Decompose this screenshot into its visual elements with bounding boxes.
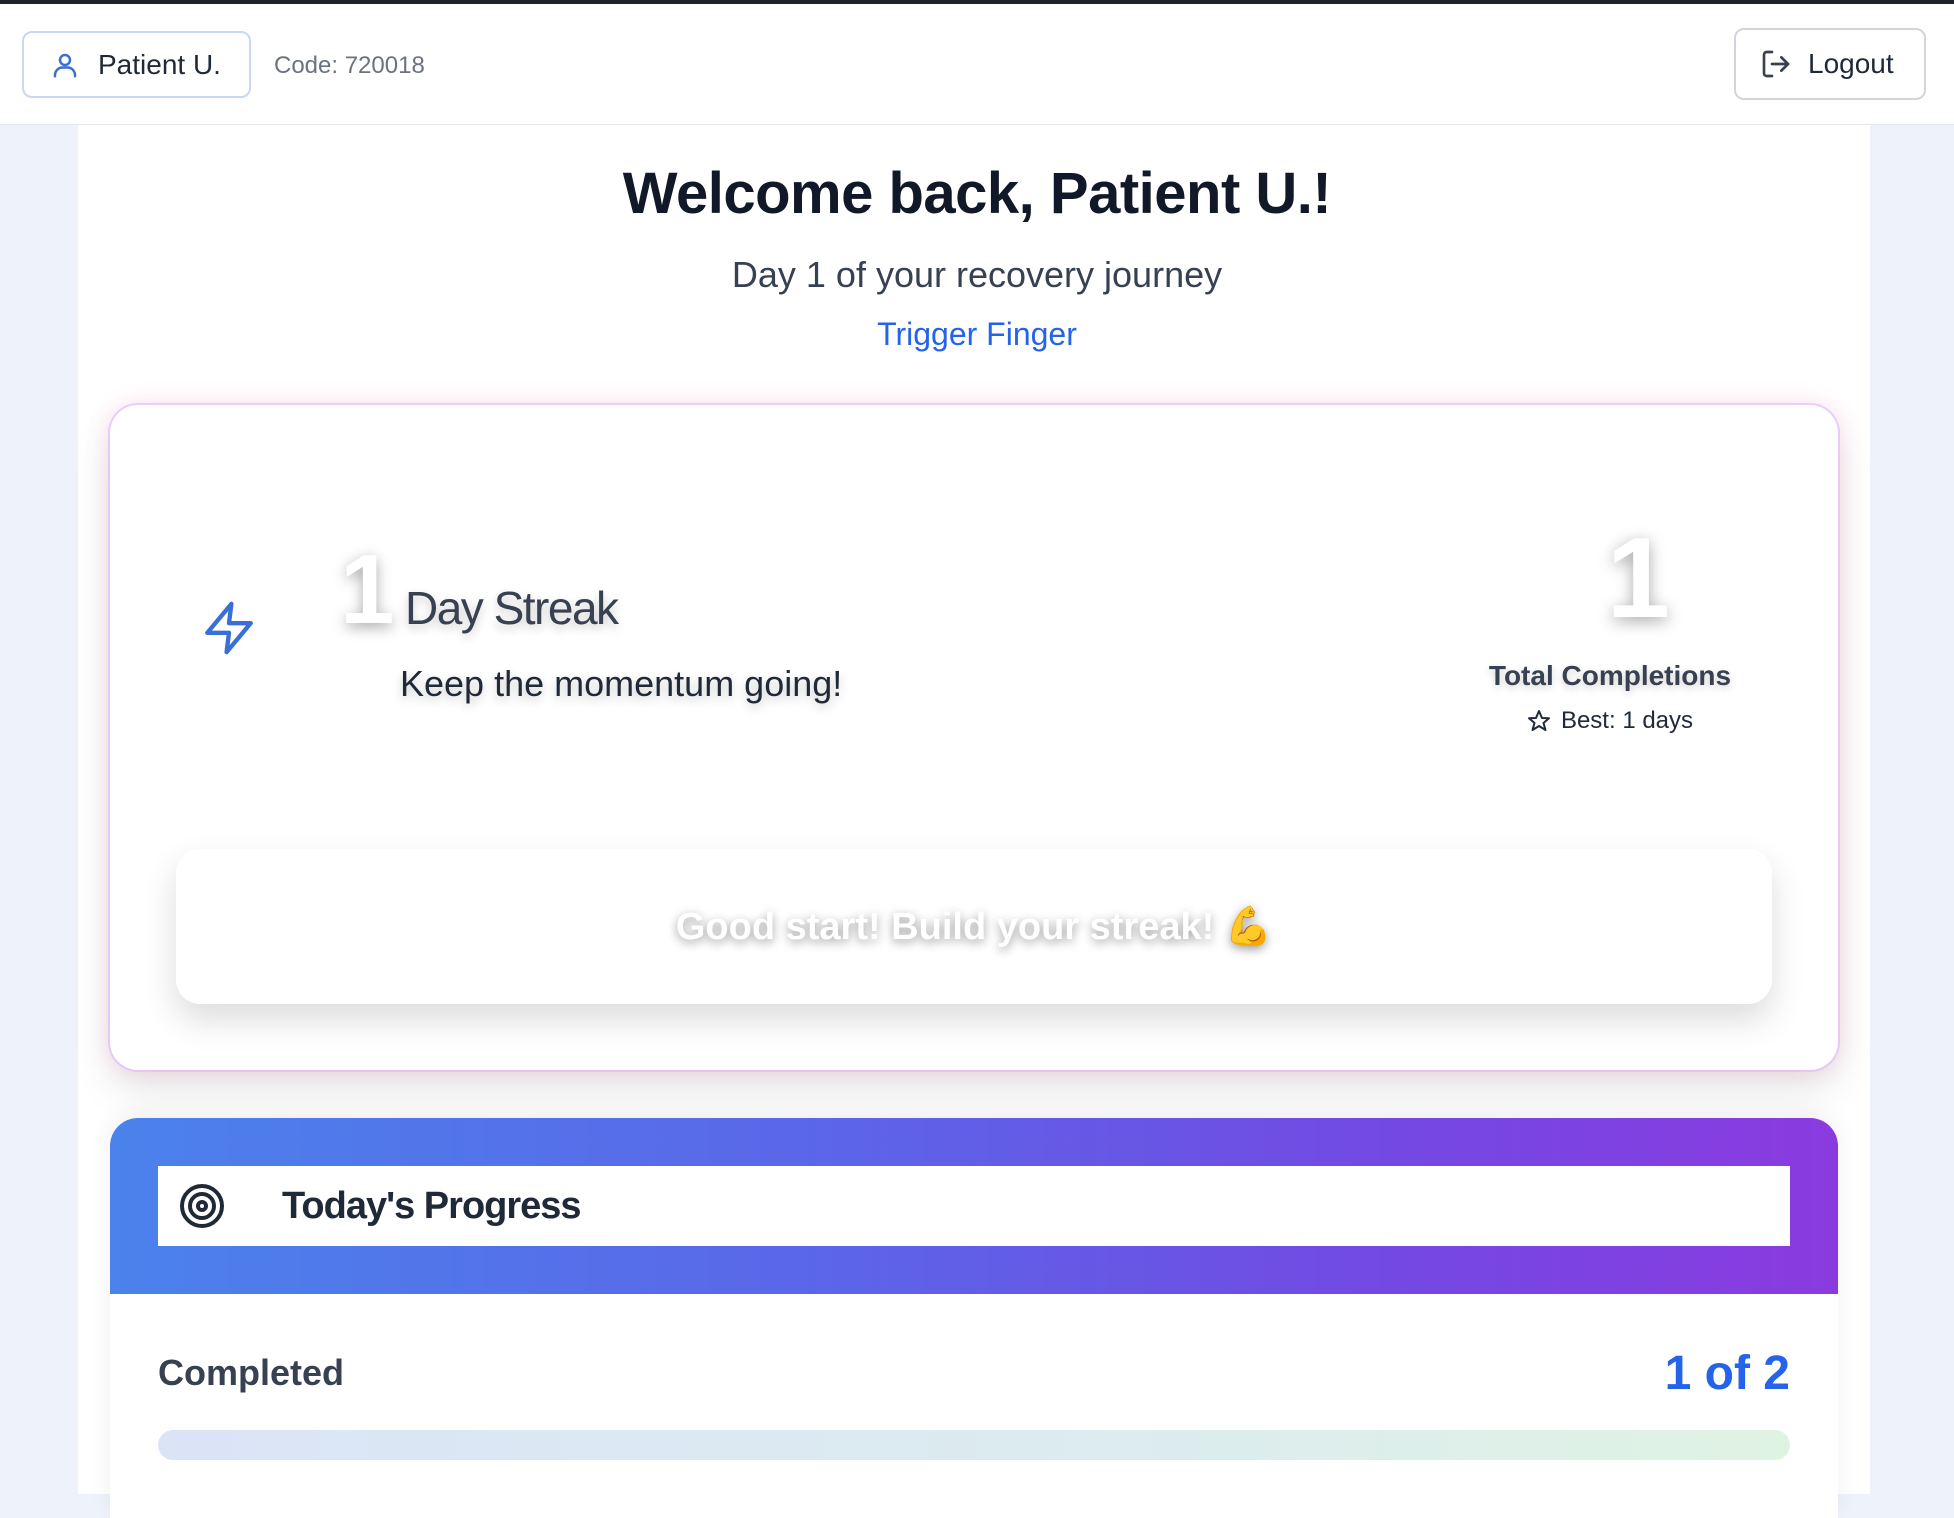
best-streak: Best: 1 days [1400,707,1820,735]
todays-progress-card: Today's Progress Completed 1 of 2 [110,1118,1838,1518]
completed-count: 1 of 2 [1664,1347,1790,1400]
progress-header: Today's Progress [110,1118,1838,1294]
progress-title: Today's Progress [282,1184,582,1227]
target-icon [178,1182,226,1230]
streak-days-number: 1 [340,534,395,644]
journey-subtitle: Day 1 of your recovery journey [731,254,1223,295]
streak-card: 1 Day Streak Keep the momentum going! 1 … [110,405,1838,1070]
encouragement-text: Good start! Build your streak! 💪 [675,905,1273,948]
progress-bar [158,1430,1790,1460]
lightning-icon [200,597,258,659]
star-icon [1527,709,1551,733]
streak-message: Keep the momentum going! [400,663,843,704]
encouragement-box: Good start! Build your streak! 💪 [176,849,1772,1004]
completed-label: Completed [158,1352,345,1393]
best-streak-text: Best: 1 days [1560,707,1694,734]
top-header: Patient U. Code: 720018 Logout [0,4,1954,125]
streak-label: Day Streak [405,582,619,634]
patient-profile-button[interactable]: Patient U. [22,31,251,98]
total-completions-label: Total Completions [1488,660,1732,691]
progress-title-bar: Today's Progress [158,1166,1790,1246]
user-icon [50,50,80,80]
logout-button[interactable]: Logout [1734,28,1926,100]
progress-bar-fill [158,1430,974,1460]
logout-icon [1760,48,1792,80]
patient-code: Code: 720018 [274,52,425,79]
total-completions-number: 1 [1606,515,1670,642]
welcome-title: Welcome back, Patient U.! [622,161,1332,226]
condition-name: Trigger Finger [877,316,1077,352]
logout-label: Logout [1808,48,1894,79]
patient-name: Patient U. [98,48,221,80]
